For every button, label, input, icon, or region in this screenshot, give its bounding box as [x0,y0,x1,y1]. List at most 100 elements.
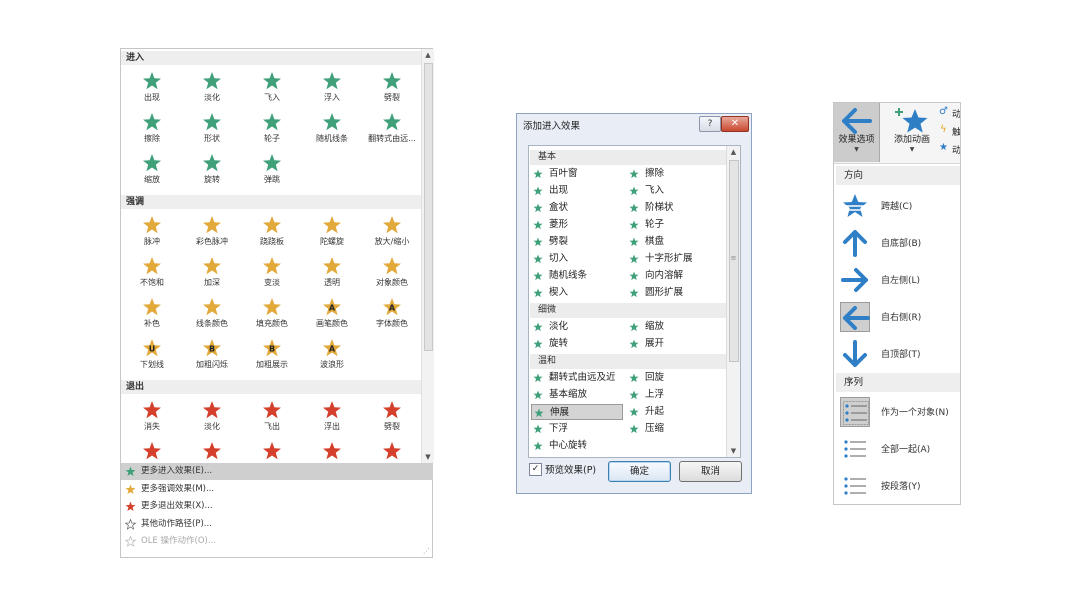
effect-options-button[interactable]: 效果选项 ▼ [834,103,880,162]
effect-list-item[interactable]: 展开 [627,336,723,352]
more-effects-item[interactable]: 更多强调效果(M)... [121,481,433,498]
gallery-effect[interactable]: 随机线条 [304,109,360,149]
direction-option[interactable]: 跨越(C) [836,187,960,224]
effect-list-item[interactable]: 菱形 [531,217,623,233]
gallery-effect[interactable]: 随机线条 [304,438,360,463]
direction-option[interactable]: 自右侧(R) [836,298,960,335]
gallery-effect[interactable]: 消失 [124,397,180,437]
gallery-effect[interactable]: 放大/缩小 [364,212,420,252]
gallery-effect[interactable]: B 加粗闪烁 [184,335,240,375]
gallery-effect[interactable]: B 加粗展示 [244,335,300,375]
gallery-effect[interactable]: 透明 [304,253,360,293]
effect-list-item[interactable]: 下浮 [531,421,623,437]
direction-option[interactable]: 自底部(B) [836,224,960,261]
animation-pane-button[interactable]: ♂ 动 [938,105,960,121]
gallery-effect[interactable]: 线条颜色 [184,294,240,334]
sequence-option[interactable]: 全部一起(A) [836,430,960,467]
gallery-effect[interactable]: 变淡 [244,253,300,293]
gallery-effect[interactable]: 形状 [184,109,240,149]
sequence-option[interactable]: 作为一个对象(N) [836,393,960,430]
effect-list-item[interactable]: 圆形扩展 [627,285,723,301]
preview-checkbox[interactable]: ✓ [529,463,542,476]
gallery-effect[interactable]: A 字体颜色 [364,294,420,334]
gallery-effect[interactable]: 浮入 [304,68,360,108]
gallery-effect[interactable]: 填充颜色 [244,294,300,334]
gallery-effect[interactable]: 收缩并旋转 [364,438,420,463]
effect-list-item[interactable]: 中心旋转 [531,438,623,454]
scroll-up-icon[interactable]: ▲ [727,146,740,158]
gallery-scroll-thumb[interactable] [424,63,433,351]
resize-grip-icon[interactable]: ⋰ [423,547,430,555]
gallery-effect[interactable]: 旋转 [184,150,240,190]
gallery-effect[interactable]: 轮子 [244,438,300,463]
direction-option[interactable]: 自顶部(T) [836,335,960,372]
effect-list-item[interactable]: 伸展 [531,404,623,420]
more-effects-item[interactable]: 更多退出效果(X)... [121,498,433,515]
effect-list-item[interactable]: 翻转式由远及近 [531,370,623,386]
gallery-effect[interactable]: 对象颜色 [364,253,420,293]
scroll-up-icon[interactable]: ▲ [422,49,434,61]
gallery-effect[interactable]: 擦除 [124,438,180,463]
effect-list-item[interactable]: 棋盘 [627,234,723,250]
effect-list-scrollbar[interactable]: ▲ ≡ ▼ [726,146,740,457]
effect-list-item[interactable]: 出现 [531,183,623,199]
effect-list-item[interactable]: 向内溶解 [627,268,723,284]
effect-list-item[interactable]: 百叶窗 [531,166,623,182]
trigger-button[interactable]: ϟ 触 [938,123,960,139]
gallery-effect[interactable]: 脉冲 [124,212,180,252]
gallery-effect[interactable]: 不饱和 [124,253,180,293]
gallery-effect[interactable]: A 画笔颜色 [304,294,360,334]
effect-list-item[interactable]: 缩放 [627,319,723,335]
effect-list-item[interactable]: 劈裂 [531,234,623,250]
effect-list-item[interactable]: 压缩 [627,421,723,437]
gallery-effect[interactable]: 形状 [184,438,240,463]
gallery-effect[interactable]: 加深 [184,253,240,293]
gallery-effect[interactable]: 补色 [124,294,180,334]
add-animation-button[interactable]: 添加动画 ▼ [889,103,935,162]
effect-list-item[interactable]: 淡化 [531,319,623,335]
gallery-effect[interactable]: 劈裂 [364,397,420,437]
ok-button[interactable]: 确定 [608,461,671,482]
sequence-option[interactable]: 按段落(Y) [836,467,960,504]
help-button[interactable]: ? [699,116,721,132]
gallery-effect[interactable]: 淡化 [184,68,240,108]
gallery-effect[interactable]: 翻转式由远... [364,109,420,149]
direction-option[interactable]: 自左侧(L) [836,261,960,298]
gallery-effect[interactable]: 出现 [124,68,180,108]
gallery-effect[interactable]: 彩色脉冲 [184,212,240,252]
scroll-down-icon[interactable]: ▼ [727,445,740,457]
effect-list-item[interactable]: 阶梯状 [627,200,723,216]
effect-list-item[interactable]: 十字形扩展 [627,251,723,267]
more-effects-item[interactable]: 其他动作路径(P)... [121,516,433,533]
preview-checkbox-label[interactable]: 预览效果(P) [545,462,596,476]
effect-list-item[interactable]: 盒状 [531,200,623,216]
effect-list-item[interactable]: 切入 [531,251,623,267]
gallery-effect[interactable]: 轮子 [244,109,300,149]
gallery-effect[interactable]: A 波浪形 [304,335,360,375]
gallery-effect[interactable]: 浮出 [304,397,360,437]
gallery-effect[interactable]: 跷跷板 [244,212,300,252]
gallery-effect[interactable]: 缩放 [124,150,180,190]
more-effects-item[interactable]: 更多进入效果(E)... [121,463,433,480]
gallery-effect[interactable]: 擦除 [124,109,180,149]
effect-list-item[interactable]: 轮子 [627,217,723,233]
effect-list-item[interactable]: 升起 [627,404,723,420]
effect-list-item[interactable]: 擦除 [627,166,723,182]
close-button[interactable]: ✕ [721,116,749,132]
gallery-effect[interactable]: 劈裂 [364,68,420,108]
gallery-effect[interactable]: 陀螺旋 [304,212,360,252]
effect-list-item[interactable]: 飞入 [627,183,723,199]
gallery-scrollbar[interactable]: ▲ ▼ [421,49,434,463]
cancel-button[interactable]: 取消 [679,461,742,482]
effect-list-item[interactable]: 回旋 [627,370,723,386]
effect-list-item[interactable]: 楔入 [531,285,623,301]
effect-list-item[interactable]: 上浮 [627,387,723,403]
gallery-effect[interactable]: U 下划线 [124,335,180,375]
animation-painter-button[interactable]: ★ 动 [938,141,960,157]
gallery-effect[interactable]: 飞出 [244,397,300,437]
scroll-down-icon[interactable]: ▼ [422,451,434,463]
gallery-effect[interactable]: 飞入 [244,68,300,108]
gallery-effect[interactable]: 弹跳 [244,150,300,190]
gallery-effect[interactable]: 淡化 [184,397,240,437]
effect-list-item[interactable]: 旋转 [531,336,623,352]
